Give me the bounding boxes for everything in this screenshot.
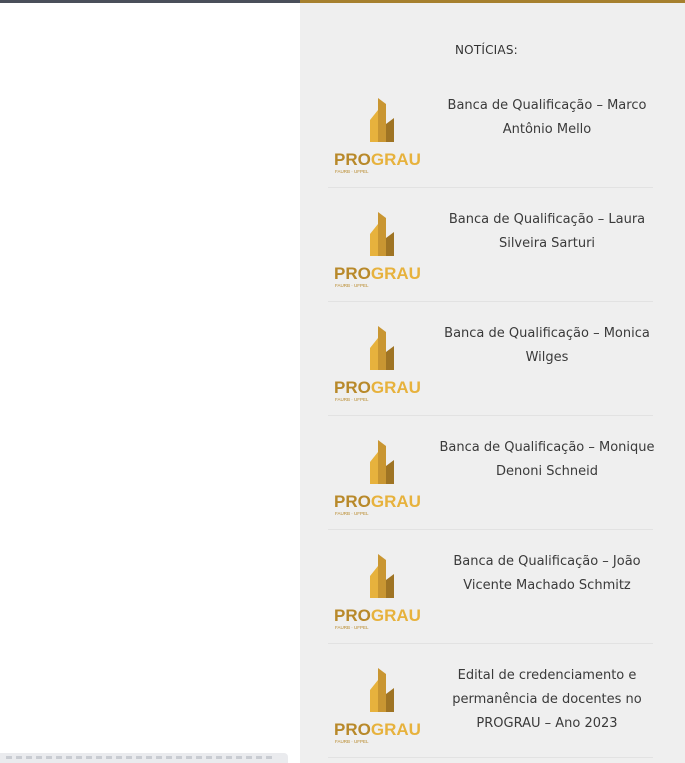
news-item[interactable]: PROGRAU FAURB · UFPEL Banca de Qualifica… [328, 416, 655, 530]
svg-text:PROGRAU: PROGRAU [334, 720, 421, 739]
prograu-logo[interactable]: PROGRAU FAURB · UFPEL [332, 546, 428, 630]
building-icon [370, 98, 394, 142]
prograu-logo[interactable]: PROGRAU FAURB · UFPEL [332, 318, 428, 402]
news-item[interactable]: PROGRAU FAURB · UFPEL Banca de Qualifica… [328, 302, 653, 416]
building-icon [370, 440, 394, 484]
building-icon [370, 668, 394, 712]
news-title-link[interactable]: Banca de Qualificação – João Vicente Mac… [436, 550, 658, 598]
prograu-logo[interactable]: PROGRAU FAURB · UFPEL [332, 90, 428, 174]
svg-text:FAURB · UFPEL: FAURB · UFPEL [335, 625, 369, 630]
building-icon [370, 554, 394, 598]
news-item[interactable]: PROGRAU FAURB · UFPEL Banca de Qualifica… [328, 188, 653, 302]
svg-text:PROGRAU: PROGRAU [334, 492, 421, 511]
svg-text:PROGRAU: PROGRAU [334, 606, 421, 625]
news-title-link[interactable]: Banca de Qualificação – Monica Wilges [436, 322, 658, 370]
news-heading: NOTÍCIAS: [455, 43, 518, 57]
news-sidebar: NOTÍCIAS: PROGRAU FAURB · UFPEL Banca de… [300, 0, 685, 763]
news-title-link[interactable]: Banca de Qualificação – Laura Silveira S… [436, 208, 658, 256]
building-icon [370, 212, 394, 256]
svg-text:FAURB · UFPEL: FAURB · UFPEL [335, 169, 369, 174]
news-title-link[interactable]: Banca de Qualificação – Monique Denoni S… [436, 436, 658, 484]
building-icon [370, 326, 394, 370]
news-list: PROGRAU FAURB · UFPEL Banca de Qualifica… [328, 74, 655, 758]
svg-text:PROGRAU: PROGRAU [334, 264, 421, 283]
prograu-logo[interactable]: PROGRAU FAURB · UFPEL [332, 204, 428, 288]
svg-text:FAURB · UFPEL: FAURB · UFPEL [335, 283, 369, 288]
prograu-logo[interactable]: PROGRAU FAURB · UFPEL [332, 432, 428, 516]
news-item[interactable]: PROGRAU FAURB · UFPEL Edital de credenci… [328, 644, 653, 758]
news-title-link[interactable]: Banca de Qualificação – Marco Antônio Me… [436, 94, 658, 142]
svg-text:FAURB · UFPEL: FAURB · UFPEL [335, 511, 369, 516]
news-item[interactable]: PROGRAU FAURB · UFPEL Banca de Qualifica… [328, 74, 653, 188]
svg-text:PROGRAU: PROGRAU [334, 150, 421, 169]
prograu-logo[interactable]: PROGRAU FAURB · UFPEL [332, 660, 428, 744]
header-bar [0, 0, 300, 3]
svg-text:FAURB · UFPEL: FAURB · UFPEL [335, 397, 369, 402]
status-bar-text-placeholder [6, 756, 276, 759]
svg-text:FAURB · UFPEL: FAURB · UFPEL [335, 739, 369, 744]
news-title-link[interactable]: Edital de credenciamento e permanência d… [436, 664, 658, 736]
status-bar-hint [0, 753, 288, 763]
svg-text:PROGRAU: PROGRAU [334, 378, 421, 397]
news-item[interactable]: PROGRAU FAURB · UFPEL Banca de Qualifica… [328, 530, 653, 644]
